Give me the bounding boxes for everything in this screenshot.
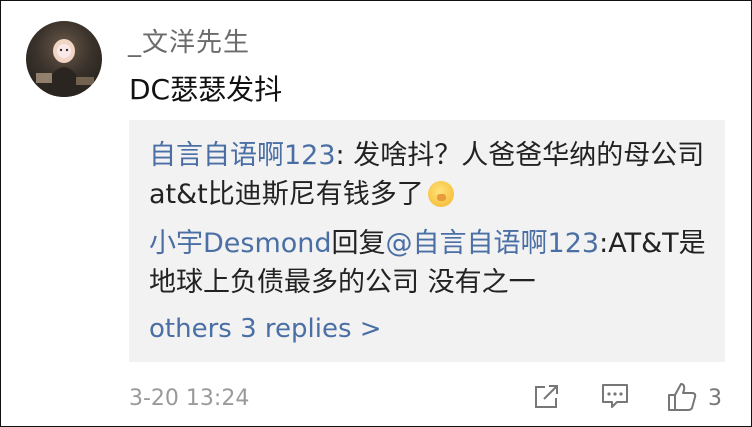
reply-item[interactable]: 小宇Desmond回复@自言自语啊123:AT&T是地球上负债最多的公司 没有之…: [149, 224, 709, 302]
reply-author[interactable]: 自言自语啊123: [149, 140, 336, 171]
share-icon[interactable]: [532, 381, 562, 411]
avatar[interactable]: [26, 21, 102, 97]
reply-word: 回复: [331, 228, 386, 259]
avatar-photo-icon: [36, 39, 94, 97]
reply-separator: :: [599, 228, 609, 259]
thumbs-up-icon[interactable]: [666, 381, 698, 413]
reply-separator: :: [335, 140, 354, 171]
more-replies-link[interactable]: others 3 replies >: [149, 314, 382, 344]
comment-text: DC瑟瑟发抖: [129, 73, 283, 106]
shush-face-icon: [427, 181, 454, 207]
reply-mention[interactable]: @自言自语啊123: [386, 228, 600, 259]
reply-item[interactable]: 自言自语啊123: 发啥抖？人爸爸华纳的母公司at&t比迪斯尼有钱多了: [149, 136, 709, 214]
comment-timestamp: 3-20 13:24: [129, 386, 250, 411]
like-count: 3: [708, 386, 722, 411]
reply-author[interactable]: 小宇Desmond: [149, 228, 332, 259]
replies-panel: 自言自语啊123: 发啥抖？人爸爸华纳的母公司at&t比迪斯尼有钱多了 小宇De…: [129, 120, 725, 362]
comment-icon[interactable]: [600, 381, 630, 411]
comment-username[interactable]: _文洋先生: [128, 22, 250, 59]
